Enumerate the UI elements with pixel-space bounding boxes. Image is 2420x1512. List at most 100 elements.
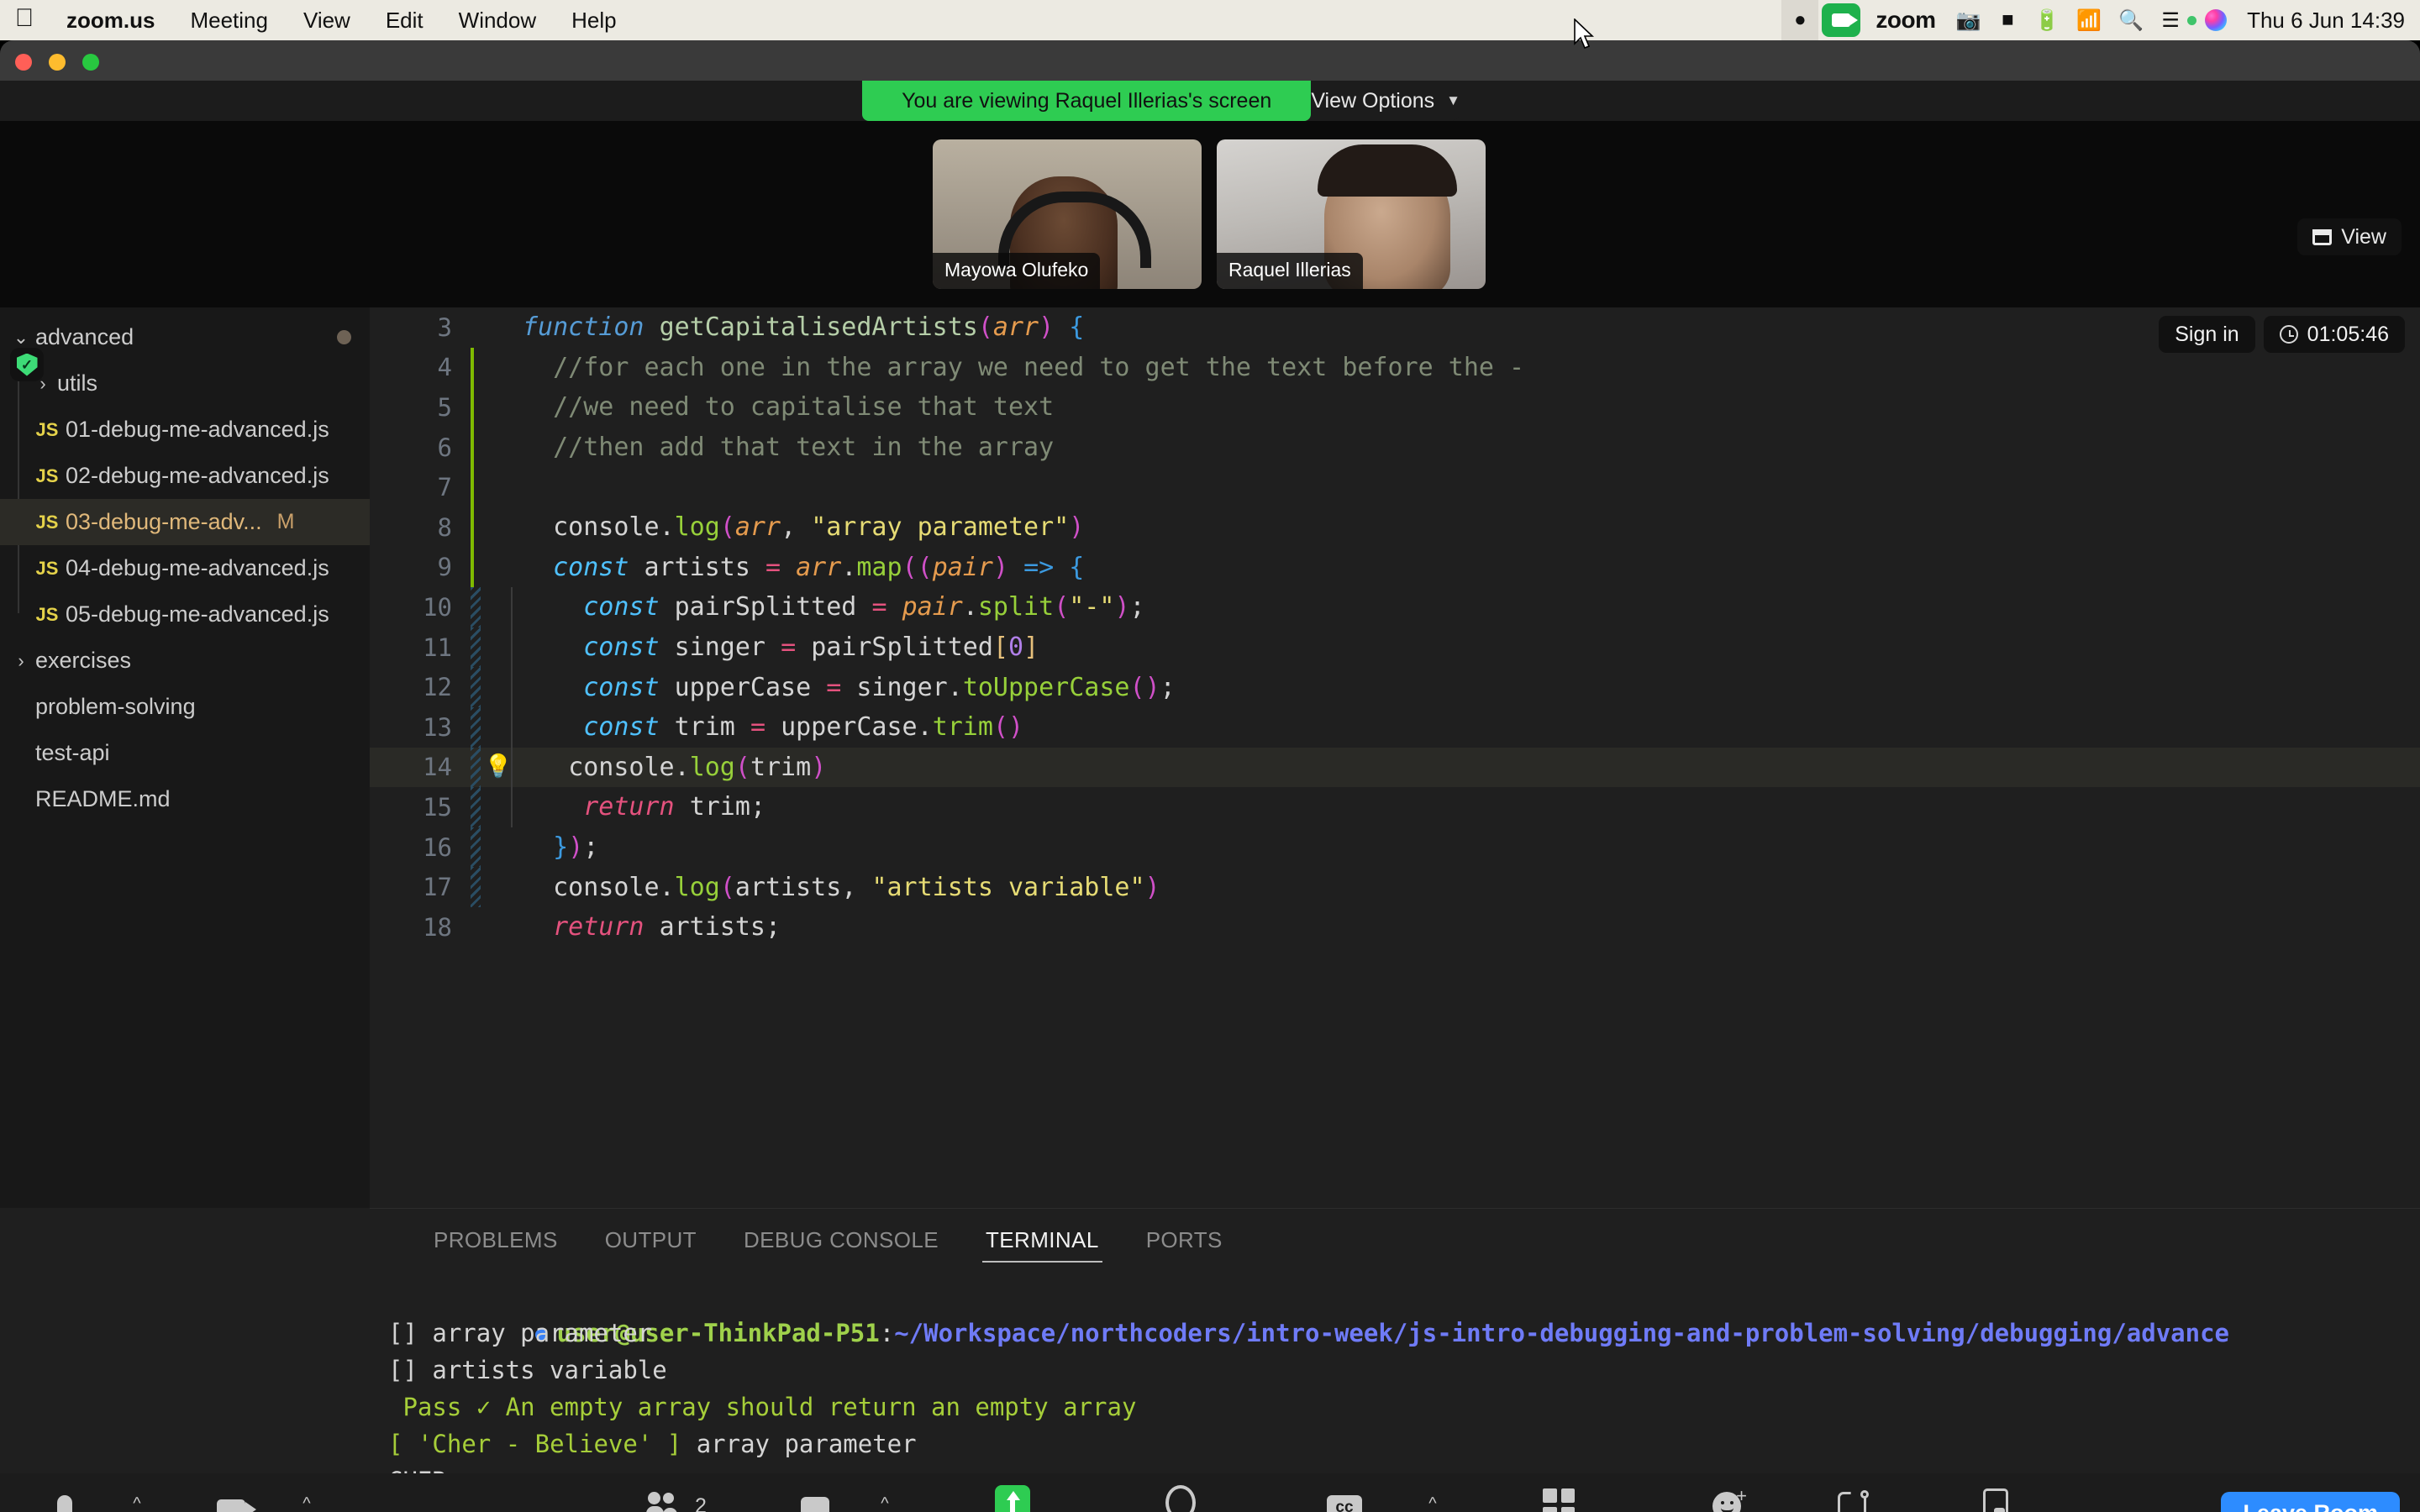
wifi-icon[interactable]: 📶: [2068, 0, 2110, 40]
code-line[interactable]: 11 const singer = pairSplitted[0]: [370, 627, 2420, 668]
file-tree-item[interactable]: test-api: [0, 730, 370, 776]
code-line[interactable]: 9 const artists = arr.map((pair) => {: [370, 547, 2420, 588]
editor-gutter[interactable]: [471, 867, 523, 907]
leave-room-button[interactable]: Leave Room: [2221, 1492, 2400, 1512]
whiteboards-button[interactable]: Whiteboards: [1903, 1478, 2088, 1512]
chevron-down-icon[interactable]: ⌄: [7, 327, 35, 349]
record-button[interactable]: Record: [1113, 1478, 1248, 1512]
battery-device-icon[interactable]: ■: [1989, 0, 2026, 40]
terminal-output[interactable]: user@user-ThinkPad-P51:~/Workspace/north…: [370, 1278, 2420, 1473]
code-editor[interactable]: 3 function getCapitalisedArtists(arr) {4 …: [370, 307, 2420, 1208]
panel-tab-output[interactable]: OUTPUT: [581, 1209, 720, 1271]
code-line[interactable]: 15 return trim;: [370, 787, 2420, 827]
file-tree-item[interactable]: JS 03-debug-me-adv... M: [0, 499, 370, 545]
panel-tab-debug-console[interactable]: DEBUG CONSOLE: [720, 1209, 962, 1271]
code-line[interactable]: 12 const upperCase = singer.toUpperCase(…: [370, 667, 2420, 707]
lightbulb-icon[interactable]: 💡: [484, 755, 513, 780]
file-tree-item[interactable]: JS 04-debug-me-advanced.js: [0, 545, 370, 591]
editor-gutter[interactable]: [471, 667, 523, 707]
zoom-controls-toolbar: Mute ^ Stop Video ^ 2 Participants Chat …: [0, 1473, 2420, 1512]
file-explorer-sidebar[interactable]: ⌄ advanced › utils JS 01-debug-me-advanced.js…: [0, 307, 370, 1208]
menu-item-edit[interactable]: Edit: [368, 8, 441, 34]
code-line[interactable]: 16 });: [370, 827, 2420, 868]
file-tree-item[interactable]: JS 05-debug-me-advanced.js: [0, 591, 370, 638]
apps-button[interactable]: Apps: [1798, 1478, 1907, 1512]
code-line[interactable]: 3 function getCapitalisedArtists(arr) {: [370, 307, 2420, 348]
chevron-right-icon[interactable]: ›: [7, 650, 35, 672]
view-layout-label: View: [2341, 224, 2386, 249]
editor-gutter[interactable]: [471, 507, 523, 548]
code-line[interactable]: 13 const trim = upperCase.trim(): [370, 706, 2420, 748]
code-line[interactable]: 10 const pairSplitted = pair.split("-");: [370, 587, 2420, 627]
file-tree-item[interactable]: JS 02-debug-me-advanced.js: [0, 453, 370, 499]
editor-gutter[interactable]: [471, 387, 523, 428]
panel-tab-terminal[interactable]: TERMINAL: [962, 1209, 1123, 1271]
participant-video-tile[interactable]: Raquel Illerias: [1217, 139, 1486, 289]
reactions-button[interactable]: + Reactions: [1660, 1478, 1794, 1512]
zoom-menu-status-label[interactable]: zoom: [1864, 7, 1947, 34]
captions-options-caret[interactable]: ^: [1412, 1478, 1454, 1512]
editor-gutter[interactable]: [471, 547, 523, 588]
apple-icon[interactable]: : [0, 6, 49, 34]
editor-gutter[interactable]: [471, 467, 523, 507]
menu-bar-clock[interactable]: Thu 6 Jun 14:39: [2235, 8, 2405, 34]
close-window-button[interactable]: [15, 54, 32, 71]
sign-in-button[interactable]: Sign in: [2159, 316, 2255, 353]
siri-icon[interactable]: [2196, 0, 2235, 40]
editor-gutter[interactable]: [471, 307, 523, 348]
editor-gutter[interactable]: [471, 706, 523, 748]
share-screen-button[interactable]: Share Screen: [916, 1478, 1109, 1512]
file-tree-item[interactable]: › exercises: [0, 638, 370, 684]
stop-video-button[interactable]: Stop Video: [160, 1478, 302, 1512]
view-options-button[interactable]: View Options ▼: [1311, 81, 1460, 121]
audio-options-caret[interactable]: ^: [116, 1478, 158, 1512]
file-tree-item[interactable]: README.md: [0, 776, 370, 822]
file-tree-item[interactable]: JS 01-debug-me-advanced.js: [0, 407, 370, 453]
view-layout-button[interactable]: View: [2297, 218, 2402, 255]
panel-tab-ports[interactable]: PORTS: [1123, 1209, 1246, 1271]
participant-video-tile[interactable]: Mayowa Olufeko: [933, 139, 1202, 289]
menu-item-help[interactable]: Help: [554, 8, 634, 34]
code-line[interactable]: 17 console.log(artists, "artists variabl…: [370, 867, 2420, 907]
video-options-caret[interactable]: ^: [286, 1478, 328, 1512]
minimize-window-button[interactable]: [49, 54, 66, 71]
screenshot-icon[interactable]: 📷: [1948, 0, 1990, 40]
code-line[interactable]: 14 💡 console.log(trim): [370, 747, 2420, 788]
editor-gutter[interactable]: [471, 827, 523, 868]
panel-tab-bar[interactable]: PROBLEMS OUTPUT DEBUG CONSOLE TERMINAL PORTS: [370, 1209, 2420, 1271]
mute-button[interactable]: Mute: [10, 1478, 119, 1512]
chat-button[interactable]: Chat: [760, 1478, 870, 1512]
editor-gutter[interactable]: [471, 587, 523, 627]
code-line[interactable]: 8 console.log(arr, "array parameter"): [370, 507, 2420, 548]
breakout-rooms-button[interactable]: Breakout Rooms: [1454, 1478, 1664, 1512]
panel-tab-problems[interactable]: PROBLEMS: [410, 1209, 581, 1271]
code-text: const singer = pairSplitted[0]: [583, 633, 1039, 663]
code-line[interactable]: 5 //we need to capitalise that text: [370, 387, 2420, 428]
file-tree-item[interactable]: problem-solving: [0, 684, 370, 730]
editor-gutter[interactable]: 💡: [471, 747, 523, 788]
participants-button[interactable]: 2 Participants: [592, 1478, 760, 1512]
zoom-camera-status-icon[interactable]: [1822, 3, 1861, 37]
session-timer[interactable]: 01:05:46: [2263, 316, 2405, 353]
editor-gutter[interactable]: [471, 627, 523, 668]
search-icon[interactable]: 🔍: [2110, 0, 2152, 40]
editor-gutter[interactable]: [471, 787, 523, 827]
battery-charging-icon[interactable]: 🔋: [2026, 0, 2068, 40]
editor-gutter[interactable]: [471, 347, 523, 388]
editor-gutter[interactable]: [471, 907, 523, 948]
control-center-toggles-icon[interactable]: ☰: [2152, 0, 2189, 40]
control-center-icon[interactable]: ●: [1781, 0, 1819, 40]
code-line[interactable]: 18 return artists;: [370, 907, 2420, 948]
menu-item-window[interactable]: Window: [441, 8, 554, 34]
code-line[interactable]: 4 //for each one in the array we need to…: [370, 347, 2420, 388]
file-tree-item[interactable]: ⌄ advanced: [0, 314, 370, 360]
menu-item-meeting[interactable]: Meeting: [172, 8, 286, 34]
menu-item-view[interactable]: View: [286, 8, 368, 34]
code-line[interactable]: 7: [370, 467, 2420, 507]
maximize-window-button[interactable]: [82, 54, 99, 71]
editor-gutter[interactable]: [471, 427, 523, 468]
code-line[interactable]: 6 //then add that text in the array: [370, 427, 2420, 468]
file-tree-item[interactable]: › utils: [0, 360, 370, 407]
chat-options-caret[interactable]: ^: [864, 1478, 906, 1512]
menu-item-zoom-us[interactable]: zoom.us: [49, 8, 172, 34]
